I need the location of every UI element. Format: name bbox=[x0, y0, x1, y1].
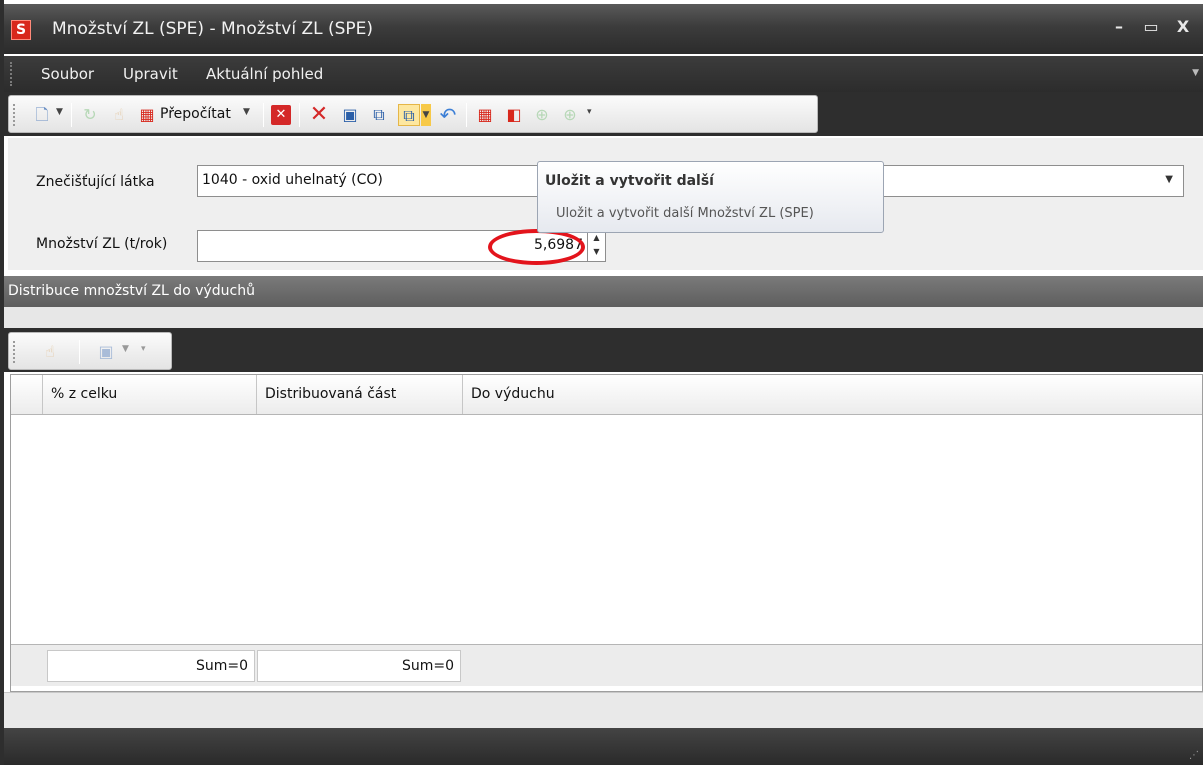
main-toolbar: 🗋 ▼ ↻ ☝ ▦ Přepočítat ▼ ✕ ✕ ▣ ⧉ ⧉ ▼ ↶ ▦ ◧… bbox=[8, 95, 818, 133]
amount-spinner[interactable]: ▲ ▼ bbox=[588, 230, 606, 262]
grid-toolbar: ☝ ▣ ▼ ▾ bbox=[8, 332, 172, 370]
new-doc-icon[interactable]: 🗋 bbox=[31, 104, 53, 126]
up-icon[interactable]: ⊕ bbox=[531, 104, 553, 126]
down-icon[interactable]: ⊕ bbox=[559, 104, 581, 126]
menu-overflow-icon[interactable]: ▼ bbox=[1192, 68, 1199, 78]
toolbar-separator bbox=[79, 340, 80, 364]
menu-grip[interactable] bbox=[10, 62, 14, 86]
close-x-icon[interactable]: ✕ bbox=[308, 104, 330, 126]
hand-icon[interactable]: ☝ bbox=[39, 341, 61, 363]
app-icon: S bbox=[11, 20, 31, 40]
export-icon[interactable]: ◧ bbox=[503, 104, 525, 126]
substance-value: 1040 - oxid uhelnatý (CO) bbox=[202, 172, 383, 188]
column-header-percent[interactable]: % z celku bbox=[43, 375, 257, 414]
refresh-icon[interactable]: ↻ bbox=[79, 104, 101, 126]
toolbar-separator bbox=[299, 103, 300, 127]
title-bar[interactable]: S Množství ZL (SPE) - Množství ZL (SPE) … bbox=[4, 4, 1203, 54]
save-icon[interactable]: ▣ bbox=[339, 104, 361, 126]
hand-icon[interactable]: ☝ bbox=[108, 104, 130, 126]
chevron-down-icon[interactable]: ▼ bbox=[1165, 174, 1173, 185]
grid-toolbar-background bbox=[4, 328, 1203, 372]
grid-toolbar-overflow-icon[interactable]: ▾ bbox=[141, 344, 146, 354]
toolbar-overflow-icon[interactable]: ▾ bbox=[587, 107, 592, 117]
report-icon[interactable]: ▦ bbox=[474, 104, 496, 126]
undo-icon[interactable]: ↶ bbox=[437, 104, 459, 126]
calculator-icon[interactable]: ▦ bbox=[136, 104, 158, 126]
save-close-icon[interactable]: ⧉ bbox=[368, 104, 390, 126]
save-new-icon[interactable]: ⧉ bbox=[398, 104, 420, 126]
menu-aktualni-pohled[interactable]: Aktuální pohled bbox=[206, 65, 323, 83]
grid-toolbar-grip[interactable] bbox=[13, 341, 17, 363]
status-bar: ⋰ bbox=[4, 728, 1203, 765]
minimize-button[interactable]: – bbox=[1108, 16, 1130, 38]
save-new-dropdown-icon[interactable]: ▼ bbox=[421, 104, 431, 126]
highlight-ellipse bbox=[488, 229, 585, 265]
distribution-grid[interactable]: % z celku Distribuovaná část Do výduchu … bbox=[10, 374, 1203, 692]
grid-header: % z celku Distribuovaná část Do výduchu bbox=[11, 375, 1202, 415]
main-window: S Množství ZL (SPE) - Množství ZL (SPE) … bbox=[0, 0, 1203, 765]
column-header-distributed-part[interactable]: Distribuovaná část bbox=[257, 375, 463, 414]
new-dropdown-icon[interactable]: ▼ bbox=[56, 107, 63, 117]
tooltip-description: Uložit a vytvořit další Množství ZL (SPE… bbox=[556, 206, 814, 221]
tooltip-title: Uložit a vytvořit další bbox=[545, 173, 714, 189]
menu-upravit[interactable]: Upravit bbox=[123, 65, 178, 83]
sum-distributed-part: Sum=0 bbox=[257, 650, 461, 682]
delete-red-icon[interactable]: ✕ bbox=[271, 105, 291, 125]
toolbar-separator bbox=[466, 103, 467, 127]
menu-soubor[interactable]: Soubor bbox=[41, 65, 94, 83]
sum-percent: Sum=0 bbox=[47, 650, 255, 682]
amount-label: Množství ZL (t/rok) bbox=[36, 236, 168, 252]
section-spacer bbox=[4, 307, 1203, 328]
close-button[interactable]: X bbox=[1172, 16, 1194, 38]
recalc-button[interactable]: Přepočítat bbox=[160, 106, 231, 122]
grid-footer: Sum=0 Sum=0 bbox=[11, 644, 1202, 686]
save-dropdown-icon[interactable]: ▼ bbox=[122, 344, 129, 354]
resize-grip-icon[interactable]: ⋰ bbox=[1189, 750, 1199, 761]
row-indicator-header bbox=[11, 375, 43, 414]
column-header-outlet[interactable]: Do výduchu bbox=[463, 375, 1202, 414]
menu-bar: Soubor Upravit Aktuální pohled ▼ bbox=[4, 56, 1203, 92]
section-header: Distribuce množství ZL do výduchů bbox=[4, 276, 1203, 307]
save-icon[interactable]: ▣ bbox=[95, 341, 117, 363]
toolbar-separator bbox=[71, 103, 72, 127]
toolbar-separator bbox=[263, 103, 264, 127]
maximize-button[interactable]: ▭ bbox=[1140, 16, 1162, 38]
bottom-panel bbox=[4, 692, 1203, 728]
substance-label: Znečišťující látka bbox=[36, 174, 155, 190]
window-title: Množství ZL (SPE) - Množství ZL (SPE) bbox=[52, 19, 374, 39]
recalc-dropdown-icon[interactable]: ▼ bbox=[243, 107, 250, 117]
toolbar-grip[interactable] bbox=[13, 104, 17, 126]
tooltip: Uložit a vytvořit další Uložit a vytvoři… bbox=[537, 161, 884, 233]
